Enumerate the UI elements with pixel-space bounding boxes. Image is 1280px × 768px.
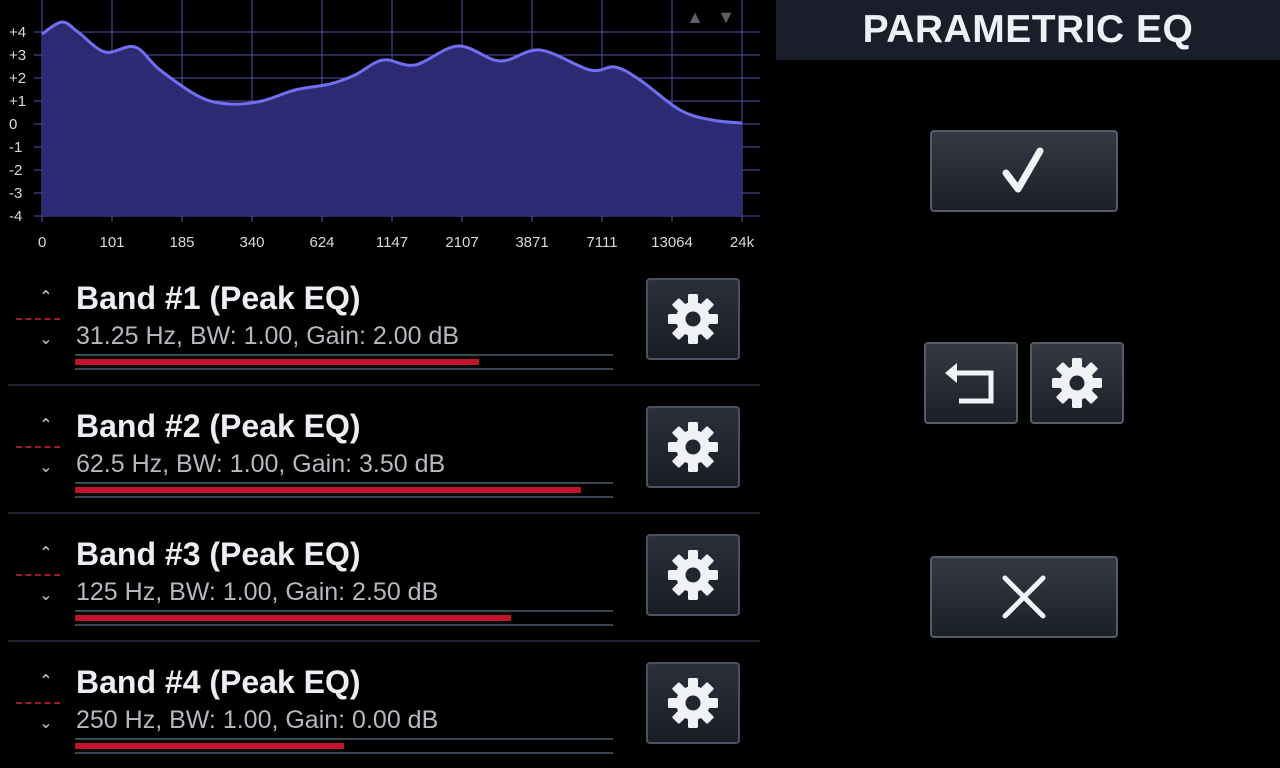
band-settings-button[interactable]: [646, 534, 740, 616]
gain-slider[interactable]: [75, 738, 613, 754]
band-title: Band #4 (Peak EQ): [76, 664, 361, 700]
gain-slider[interactable]: [75, 482, 613, 498]
y-tick-label: +3: [9, 47, 26, 64]
divider: [16, 446, 60, 448]
x-tick-label: 0: [38, 234, 46, 251]
gain-slider-fill: [75, 487, 581, 493]
x-tick-label: 2107: [445, 234, 478, 251]
move-down-icon[interactable]: ⌄: [34, 330, 58, 350]
gain-slider-fill: [75, 359, 479, 365]
x-tick-label: 101: [99, 234, 124, 251]
band-row: ⌃ ⌄ Band #3 (Peak EQ) 125 Hz, BW: 1.00, …: [8, 512, 760, 642]
cancel-button[interactable]: [930, 556, 1118, 638]
gain-slider[interactable]: [75, 610, 613, 626]
move-down-icon[interactable]: ⌄: [34, 458, 58, 478]
y-tick-label: -2: [9, 162, 22, 179]
band-row: ⌃ ⌄ Band #4 (Peak EQ) 250 Hz, BW: 1.00, …: [8, 640, 760, 768]
band-title: Band #3 (Peak EQ): [76, 536, 361, 572]
x-tick-label: 7111: [586, 234, 617, 251]
move-up-icon[interactable]: ⌃: [34, 288, 58, 308]
y-tick-label: -1: [9, 139, 22, 156]
divider: [16, 574, 60, 576]
move-down-icon[interactable]: ⌄: [34, 714, 58, 734]
x-tick-label: 340: [239, 234, 264, 251]
gear-icon: [668, 550, 718, 600]
band-details: 125 Hz, BW: 1.00, Gain: 2.50 dB: [76, 578, 439, 606]
reset-button[interactable]: [924, 342, 1018, 424]
panel-title: PARAMETRIC EQ: [862, 8, 1194, 51]
y-tick-label: -4: [9, 208, 22, 225]
triangle-down-icon[interactable]: ▼: [715, 6, 737, 28]
move-up-icon[interactable]: ⌃: [34, 672, 58, 692]
band-details: 31.25 Hz, BW: 1.00, Gain: 2.00 dB: [76, 322, 460, 350]
confirm-button[interactable]: [930, 130, 1118, 212]
gear-icon: [668, 422, 718, 472]
divider: [16, 318, 60, 320]
close-icon: [1002, 575, 1046, 619]
band-details: 62.5 Hz, BW: 1.00, Gain: 3.50 dB: [76, 450, 446, 478]
move-up-icon[interactable]: ⌃: [34, 544, 58, 564]
panel-header: PARAMETRIC EQ: [776, 0, 1280, 60]
band-settings-button[interactable]: [646, 662, 740, 744]
triangle-up-icon[interactable]: ▲: [684, 6, 706, 28]
band-list: ⌃ ⌄ Band #1 (Peak EQ) 31.25 Hz, BW: 1.00…: [0, 256, 775, 768]
band-title: Band #2 (Peak EQ): [76, 408, 361, 444]
x-tick-label: 24k: [730, 234, 755, 251]
y-tick-label: +4: [9, 24, 26, 41]
y-axis-labels: +4 +3 +2 +1 0 -1 -2 -3 -4: [9, 24, 26, 225]
move-up-icon[interactable]: ⌃: [34, 416, 58, 436]
gain-slider[interactable]: [75, 354, 613, 370]
y-tick-label: +1: [9, 93, 26, 110]
band-settings-button[interactable]: [646, 278, 740, 360]
band-details: 250 Hz, BW: 1.00, Gain: 0.00 dB: [76, 706, 439, 734]
gain-slider-fill: [75, 615, 511, 621]
move-down-icon[interactable]: ⌄: [34, 586, 58, 606]
gear-icon: [668, 294, 718, 344]
band-row: ⌃ ⌄ Band #1 (Peak EQ) 31.25 Hz, BW: 1.00…: [8, 256, 760, 386]
gear-icon: [668, 678, 718, 728]
x-tick-label: 185: [169, 234, 194, 251]
y-tick-label: -3: [9, 185, 22, 202]
x-tick-label: 624: [309, 234, 334, 251]
divider: [16, 702, 60, 704]
checkmark-icon: [1002, 147, 1044, 193]
eq-response-graph: +4 +3 +2 +1 0 -1 -2 -3 -4 0 101 185 340 624 1147 2107 3…: [9, 0, 760, 251]
gain-slider-fill: [75, 743, 344, 749]
x-tick-label: 1147: [376, 234, 408, 251]
settings-button[interactable]: [1030, 342, 1124, 424]
band-row: ⌃ ⌄ Band #2 (Peak EQ) 62.5 Hz, BW: 1.00,…: [8, 384, 760, 514]
x-axis-labels: 0 101 185 340 624 1147 2107 3871 7111 13064 24k: [38, 234, 755, 251]
band-title: Band #1 (Peak EQ): [76, 280, 361, 316]
band-settings-button[interactable]: [646, 406, 740, 488]
undo-icon: [945, 363, 994, 404]
y-tick-label: 0: [9, 116, 17, 133]
y-tick-label: +2: [9, 70, 26, 87]
x-tick-label: 13064: [651, 234, 693, 251]
x-tick-label: 3871: [515, 234, 548, 251]
gear-icon: [1052, 358, 1102, 408]
